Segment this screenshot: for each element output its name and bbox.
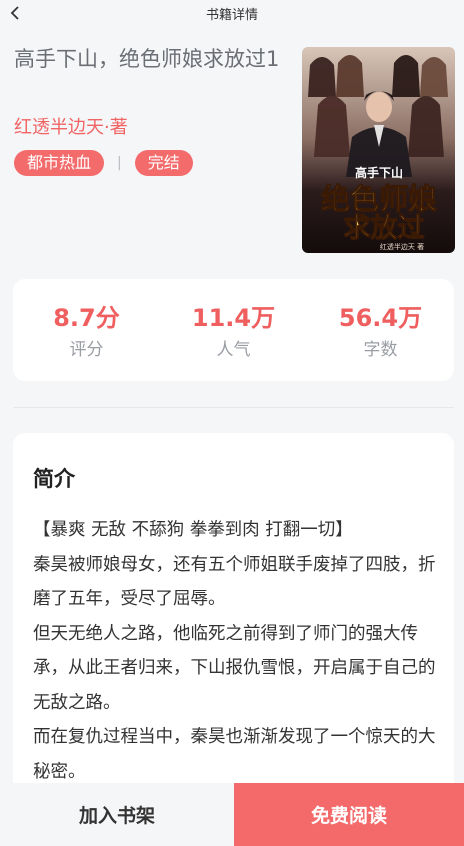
read-free-button[interactable]: 免费阅读 (234, 783, 464, 846)
cover-author: 红透半边天 著 (380, 242, 424, 251)
book-title: 高手下山，绝色师娘求放过1 (14, 47, 280, 71)
stats-card: 8.7分 评分 11.4万 人气 56.4万 字数 (13, 279, 454, 381)
tag-genre[interactable]: 都市热血 (14, 150, 105, 176)
book-author: 红透半边天·著 (14, 117, 128, 138)
stat-value: 8.7分 (53, 304, 120, 332)
page-title: 书籍详情 (205, 8, 258, 23)
stat-value: 56.4万 (338, 304, 423, 332)
intro-paragraph: 【暴爽 无敌 不舔狗 拳拳到肉 打翻一切】 (33, 520, 353, 540)
tag-list: 都市热血 | 完结 (14, 150, 193, 176)
bottom-action-bar: 加入书架 免费阅读 (0, 783, 464, 846)
cover-main-title-line2: 求放过 (344, 212, 425, 244)
tag-separator: | (117, 155, 122, 171)
divider (13, 407, 454, 408)
cover-main-title-line1: 绝色师娘 (321, 182, 437, 216)
stat-word-count: 56.4万 字数 (307, 279, 454, 361)
stat-popularity: 11.4万 人气 (160, 279, 307, 361)
intro-paragraph: 秦昊被师娘母女，还有五个师姐联手废掉了四肢，折磨了五年，受尽了屈辱。 (33, 554, 436, 610)
add-to-shelf-button[interactable]: 加入书架 (0, 783, 234, 846)
stat-label: 字数 (363, 340, 398, 360)
intro-text: 【暴爽 无敌 不舔狗 拳拳到肉 打翻一切】 秦昊被师娘母女，还有五个师姐联手废掉… (33, 513, 439, 789)
stat-label: 评分 (69, 340, 104, 360)
top-bar: 书籍详情 (0, 0, 464, 26)
stat-rating: 8.7分 评分 (13, 279, 160, 361)
intro-paragraph: 但天无绝人之路，他临死之前得到了师门的强大传承，从此王者归来，下山报仇雪恨，开启… (33, 623, 436, 713)
book-cover-art: 高手下山 绝色师娘 求放过 红透半边天 著 (302, 47, 455, 253)
intro-heading: 简介 (33, 467, 75, 491)
tag-status[interactable]: 完结 (134, 150, 193, 176)
intro-paragraph: 而在复仇过程当中，秦昊也渐渐发现了一个惊天的大秘密。 (33, 727, 436, 782)
stat-label: 人气 (216, 340, 251, 360)
cover-small-title: 高手下山 (355, 165, 403, 180)
stat-value: 11.4万 (191, 304, 276, 332)
book-cover[interactable]: 高手下山 绝色师娘 求放过 红透半边天 著 (302, 47, 455, 253)
